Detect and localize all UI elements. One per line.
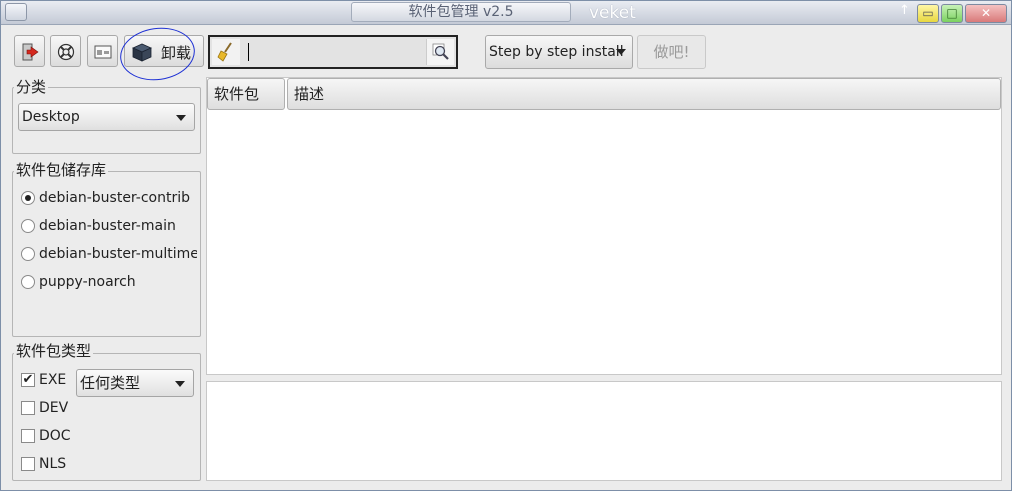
radio-selected-icon[interactable] (21, 191, 35, 205)
repo-option[interactable]: debian-buster-main (19, 215, 197, 237)
repo-label: debian-buster-multimedia (39, 246, 197, 262)
search-box[interactable] (208, 35, 458, 69)
view-button[interactable] (87, 35, 118, 67)
package-description-pane[interactable] (206, 381, 1002, 481)
maximize-icon: □ (946, 6, 958, 20)
clear-search-button[interactable] (212, 39, 240, 65)
search-input[interactable] (246, 39, 424, 65)
title-bar[interactable]: 软件包管理 v2.5 veket ↑ ▭ □ ✕ (1, 1, 1011, 25)
checkbox-icon[interactable] (21, 429, 35, 443)
close-icon: ✕ (980, 6, 992, 20)
minimize-icon: ▭ (922, 6, 934, 20)
radio-icon[interactable] (21, 275, 35, 289)
check-label: DEV (39, 400, 69, 416)
magnifier-icon (432, 43, 449, 60)
help-button[interactable] (50, 35, 81, 67)
package-list[interactable]: 软件包 描述 (206, 77, 1002, 375)
checkbox-icon[interactable] (21, 401, 35, 415)
repo-option[interactable]: debian-buster-contrib (19, 187, 197, 209)
package-type-value: 任何类型 (80, 374, 141, 392)
column-header-package[interactable]: 软件包 (207, 78, 285, 110)
maximize-button[interactable]: □ (941, 4, 963, 23)
package-type-dropdown[interactable]: 任何类型 (76, 369, 194, 397)
category-legend: 分类 (14, 78, 49, 96)
window-title: 软件包管理 v2.5 (351, 2, 571, 22)
check-nls[interactable]: NLS (19, 453, 73, 475)
check-label: DOC (39, 428, 71, 444)
chevron-down-icon (176, 115, 186, 121)
check-exe[interactable]: ✔ EXE (19, 369, 73, 391)
package-icon (132, 43, 152, 62)
repository-legend: 软件包储存库 (14, 161, 109, 179)
uninstall-label: 卸载 (161, 44, 192, 62)
category-dropdown[interactable]: Desktop (18, 103, 195, 131)
do-it-button[interactable]: 做吧! (637, 35, 706, 69)
package-manager-window: 软件包管理 v2.5 veket ↑ ▭ □ ✕ 卸载 Step by step… (0, 0, 1012, 491)
window-icon (94, 45, 112, 59)
radio-icon[interactable] (21, 247, 35, 261)
category-value: Desktop (22, 109, 80, 125)
check-doc[interactable]: DOC (19, 425, 73, 447)
repo-label: puppy-noarch (39, 274, 136, 290)
checkbox-checked-icon[interactable]: ✔ (21, 373, 35, 387)
check-label: EXE (39, 372, 67, 388)
repo-label: debian-buster-main (39, 218, 176, 234)
close-button[interactable]: ✕ (965, 4, 1007, 23)
package-type-legend: 软件包类型 (14, 342, 94, 360)
uninstall-button[interactable]: 卸载 (124, 35, 204, 67)
up-arrow-icon[interactable]: ↑ (899, 3, 910, 18)
broom-icon (217, 42, 232, 62)
install-mode-value: Step by step install (489, 44, 624, 60)
text-caret (248, 43, 249, 61)
search-button[interactable] (426, 39, 454, 65)
column-header-description[interactable]: 描述 (287, 78, 1001, 110)
repo-option[interactable]: puppy-noarch (19, 271, 197, 293)
checkbox-icon[interactable] (21, 457, 35, 471)
chevron-down-icon (616, 49, 626, 55)
exit-button[interactable] (14, 35, 45, 67)
radio-icon[interactable] (21, 219, 35, 233)
chevron-down-icon (175, 381, 185, 387)
repo-option[interactable]: debian-buster-multimedia (19, 243, 197, 265)
install-mode-dropdown[interactable]: Step by step install (485, 35, 633, 69)
check-label: NLS (39, 456, 67, 472)
repo-label: debian-buster-contrib (39, 190, 191, 206)
exit-icon (22, 43, 39, 61)
lifebuoy-icon (57, 43, 75, 61)
app-name: veket (589, 3, 636, 23)
minimize-button[interactable]: ▭ (917, 4, 939, 23)
check-dev[interactable]: DEV (19, 397, 73, 419)
window-menu-button[interactable] (5, 3, 27, 21)
